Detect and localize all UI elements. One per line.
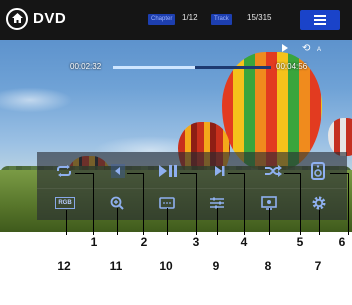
callout-4: 4	[240, 235, 248, 249]
hot-air-balloon-edge	[328, 118, 352, 156]
next-button[interactable]	[210, 163, 228, 179]
callout-leader-4	[244, 173, 245, 235]
rgb-button[interactable]: RGB	[53, 194, 77, 212]
play-pause-button[interactable]	[157, 163, 179, 179]
previous-icon	[111, 164, 125, 178]
repeat-button[interactable]	[53, 163, 75, 179]
callout-leader-6	[330, 173, 348, 174]
playback-status: ⟲ A	[276, 43, 336, 56]
callout-leader-7	[319, 210, 320, 235]
callout-leader-1	[75, 173, 93, 174]
top-bar: DVD Chapter 1/12 Track 15/315	[0, 0, 352, 40]
callout-leader-1	[93, 173, 94, 235]
callout-leader-9	[217, 208, 218, 235]
home-icon	[12, 13, 23, 23]
callout-leader-3	[196, 173, 197, 235]
callout-leader-2	[127, 173, 143, 174]
rgb-label: RGB	[55, 197, 75, 209]
shuffle-icon	[265, 165, 282, 177]
callout-leader-8	[269, 208, 270, 235]
callout-leader-6	[348, 173, 349, 235]
callout-leader-12	[66, 210, 67, 235]
previous-button[interactable]	[109, 163, 127, 179]
callout-12: 12	[57, 259, 71, 273]
chapter-value: 1/12	[182, 13, 198, 22]
play-pause-icon	[159, 165, 177, 177]
callout-6: 6	[338, 235, 346, 249]
app-title: DVD	[33, 10, 67, 27]
callout-8: 8	[264, 259, 272, 273]
device-figure: DVD Chapter 1/12 Track 15/315 ⟲ A 00:02:…	[0, 0, 352, 305]
callout-7: 7	[314, 259, 322, 273]
track-label: Track	[211, 14, 232, 25]
menu-icon-line	[314, 19, 326, 21]
play-state-icon	[282, 44, 288, 52]
callout-11: 11	[109, 259, 123, 273]
next-icon	[215, 166, 225, 176]
shuffle-button[interactable]	[262, 163, 284, 179]
callout-leader-2	[143, 173, 144, 235]
progress-bar[interactable]	[113, 66, 271, 69]
callout-3: 3	[192, 235, 200, 249]
callout-leader-5	[300, 173, 301, 235]
home-button[interactable]	[6, 8, 28, 30]
repeat-icon	[57, 165, 71, 177]
track-value: 15/315	[247, 13, 272, 22]
callout-2: 2	[140, 235, 148, 249]
callout-leader-10	[167, 208, 168, 235]
callout-1: 1	[90, 235, 98, 249]
speaker-icon	[311, 162, 325, 180]
progress-fill	[113, 66, 195, 69]
menu-icon	[314, 15, 326, 17]
callout-5: 5	[296, 235, 304, 249]
repeat-mode-icon: ⟲	[302, 43, 311, 54]
callout-leader-3	[180, 173, 196, 174]
total-time: 00:04:56	[276, 62, 308, 71]
callout-leader-4	[228, 173, 244, 174]
chapter-label: Chapter	[148, 14, 176, 25]
speaker-button[interactable]	[308, 160, 328, 182]
callout-leader-11	[117, 208, 118, 235]
elapsed-time: 00:02:32	[70, 62, 102, 71]
repeat-mode-label: A	[317, 47, 322, 53]
settings-icon	[312, 196, 326, 210]
callout-leader-5	[284, 173, 300, 174]
callout-9: 9	[212, 259, 220, 273]
list-menu-button[interactable]	[300, 10, 340, 30]
callout-10: 10	[159, 259, 173, 273]
menu-icon-line	[314, 23, 326, 25]
